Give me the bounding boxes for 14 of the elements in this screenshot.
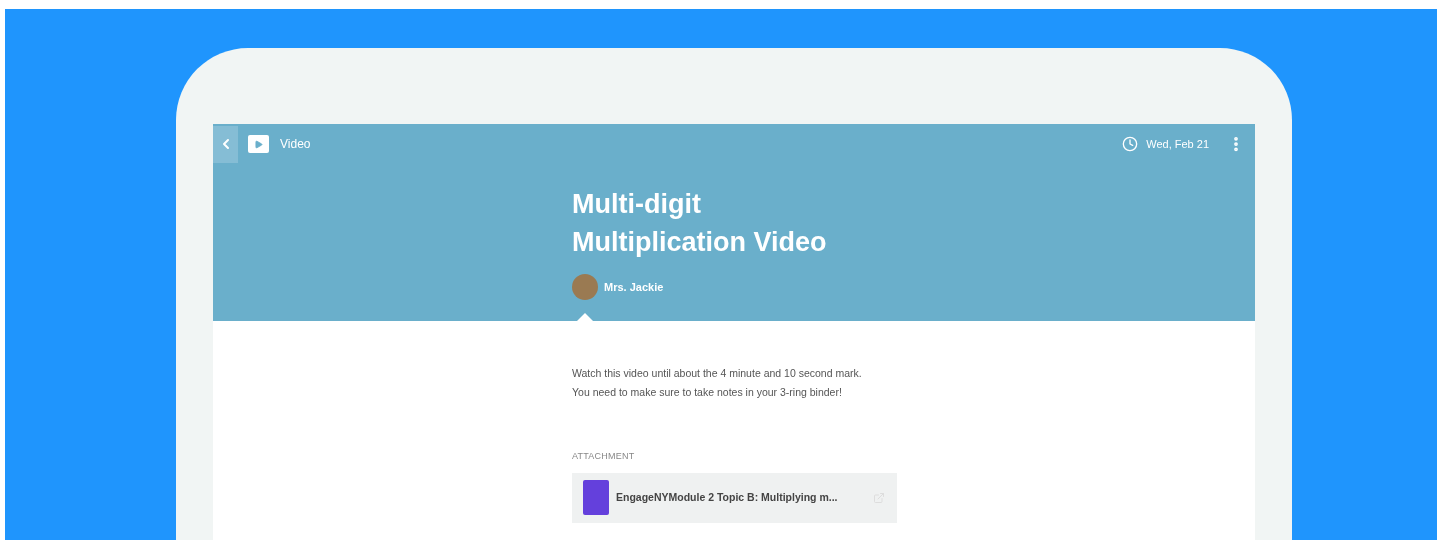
- type-label: Video: [280, 136, 311, 153]
- clock-icon: [1122, 136, 1139, 152]
- assignment-title: Multi-digit Multiplication Video: [572, 188, 828, 259]
- avatar: [572, 274, 598, 300]
- attachment-heading: ATTACHMENT: [572, 450, 636, 463]
- video-icon: [248, 135, 269, 153]
- back-button[interactable]: [213, 125, 238, 163]
- file-icon: [583, 480, 609, 515]
- pointer-notch: [577, 313, 593, 321]
- due-date: Wed, Feb 21: [1146, 136, 1209, 152]
- instructions: Watch this video until about the 4 minute and 10 second mark. You need to make sure to take notes in your 3-ring binder!: [572, 366, 863, 400]
- author-name: Mrs. Jackie: [604, 279, 664, 295]
- file-name: EngageNYModule 2 Topic B: Multiplying m...: [616, 489, 838, 505]
- attachment-card[interactable]: EngageNYModule 2 Topic B: Multiplying m...: [572, 472, 897, 523]
